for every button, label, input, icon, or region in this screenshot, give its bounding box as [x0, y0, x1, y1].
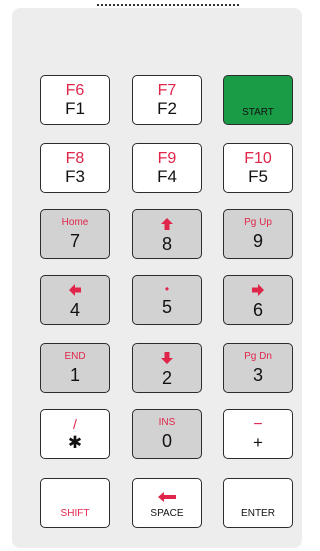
key-main-label: F5	[248, 167, 268, 186]
key-alt-label: F8	[65, 150, 85, 167]
top-notch	[97, 0, 239, 6]
shift-label: SHIFT	[60, 508, 90, 519]
key-alt-label: F7	[157, 82, 177, 99]
arrow-left-icon	[69, 283, 81, 296]
start-button[interactable]: START	[223, 75, 293, 125]
key-alt-label: F10	[244, 150, 272, 167]
key-main-label: F2	[157, 99, 177, 118]
key-alt-label: Home	[61, 217, 89, 228]
backspace-arrow-icon	[158, 492, 176, 502]
key-f4-f9[interactable]: F9 F4	[132, 143, 202, 193]
key-main-label: +	[253, 433, 263, 452]
space-label: SPACE	[150, 508, 184, 519]
key-multiply-divide[interactable]: / ✱	[40, 409, 110, 459]
arrow-down-icon	[161, 351, 173, 364]
key-main-label: 6	[252, 299, 263, 320]
key-f3-f8[interactable]: F8 F3	[40, 143, 110, 193]
key-alt-label: •	[164, 282, 170, 296]
space-button[interactable]: SPACE	[132, 478, 202, 528]
key-main-label: 4	[69, 299, 80, 320]
key-alt-label: END	[64, 351, 86, 362]
key-alt-label: F9	[157, 150, 177, 167]
key-alt-label: Pg Dn	[244, 351, 272, 362]
key-8-up[interactable]: 8	[132, 209, 202, 259]
key-main-label: F1	[65, 99, 85, 118]
key-main-label: 7	[69, 231, 80, 251]
key-alt-label: Pg Up	[244, 217, 272, 228]
key-main-label: 0	[161, 431, 172, 451]
shift-button[interactable]: SHIFT	[40, 478, 110, 528]
enter-label: ENTER	[241, 508, 275, 519]
key-main-label: 8	[161, 233, 172, 254]
key-9-pgup[interactable]: Pg Up 9	[223, 209, 293, 259]
key-main-label: 1	[69, 365, 80, 385]
key-0-ins[interactable]: INS 0	[132, 409, 202, 459]
key-main-label: F4	[157, 167, 177, 186]
enter-button[interactable]: ENTER	[223, 478, 293, 528]
key-1-end[interactable]: END 1	[40, 343, 110, 393]
key-main-label: 9	[252, 231, 263, 251]
key-alt-label: /	[73, 416, 77, 432]
key-7-home[interactable]: Home 7	[40, 209, 110, 259]
arrow-right-icon	[252, 283, 264, 296]
key-alt-label: −	[253, 416, 263, 433]
key-plus-minus[interactable]: − +	[223, 409, 293, 459]
key-main-label: 3	[252, 365, 263, 385]
key-f5-f10[interactable]: F10 F5	[223, 143, 293, 193]
key-alt-label: INS	[158, 417, 176, 428]
key-f2-f7[interactable]: F7 F2	[132, 75, 202, 125]
key-6-right[interactable]: 6	[223, 275, 293, 325]
key-4-left[interactable]: 4	[40, 275, 110, 325]
key-2-down[interactable]: 2	[132, 343, 202, 393]
key-f1-f6[interactable]: F6 F1	[40, 75, 110, 125]
arrow-up-icon	[161, 217, 173, 230]
key-main-label: 5	[161, 297, 172, 317]
key-main-label: 2	[161, 367, 172, 388]
key-main-label: ✱	[67, 433, 83, 452]
start-label: START	[242, 107, 274, 118]
key-alt-label: F6	[65, 82, 85, 99]
key-main-label: F3	[65, 167, 85, 186]
key-3-pgdn[interactable]: Pg Dn 3	[223, 343, 293, 393]
key-5[interactable]: • 5	[132, 275, 202, 325]
